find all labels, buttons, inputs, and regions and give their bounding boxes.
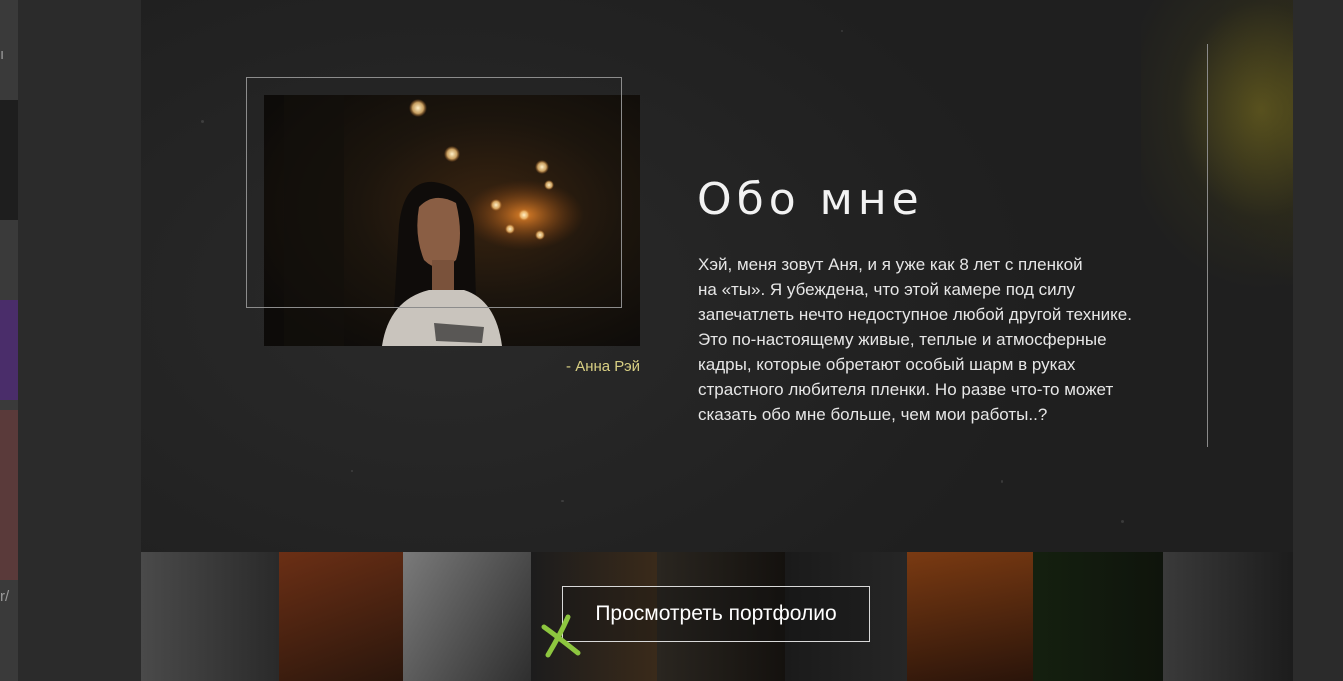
dust-speck — [561, 500, 564, 502]
backdrop-text: ı — [0, 46, 5, 63]
portfolio-thumbnail — [1033, 552, 1163, 681]
backdrop-left-strip — [0, 0, 18, 681]
dust-speck — [201, 120, 204, 123]
view-portfolio-button[interactable]: Просмотреть портфолио — [562, 586, 870, 642]
photo-signature: - Анна Рэй — [566, 358, 640, 375]
dust-speck — [841, 30, 843, 32]
portfolio-thumbnail — [1163, 552, 1293, 681]
dust-speck — [1001, 480, 1003, 483]
page: ı r/ - Анна Рэй Обо мне Хэй, меня зовут … — [0, 0, 1343, 681]
modal-right-gutter — [1293, 0, 1343, 681]
backdrop-tile — [0, 100, 18, 220]
portfolio-thumbnail — [141, 552, 279, 681]
dust-speck — [351, 470, 353, 472]
backdrop-tile — [0, 410, 18, 580]
backdrop-tile — [0, 300, 18, 400]
photo-frame — [246, 77, 622, 308]
portfolio-thumbnail — [403, 552, 531, 681]
vertical-divider — [1207, 44, 1208, 447]
dust-speck — [1121, 520, 1124, 523]
green-cross-icon — [541, 614, 581, 658]
about-title: Обо мне — [697, 174, 924, 225]
about-description: Хэй, меня зовут Аня, и я уже как 8 лет с… — [698, 255, 1132, 424]
portfolio-thumbnail — [279, 552, 403, 681]
backdrop-text: r/ — [0, 588, 10, 605]
portfolio-thumbnail — [907, 552, 1033, 681]
modal-left-gutter — [18, 0, 141, 681]
